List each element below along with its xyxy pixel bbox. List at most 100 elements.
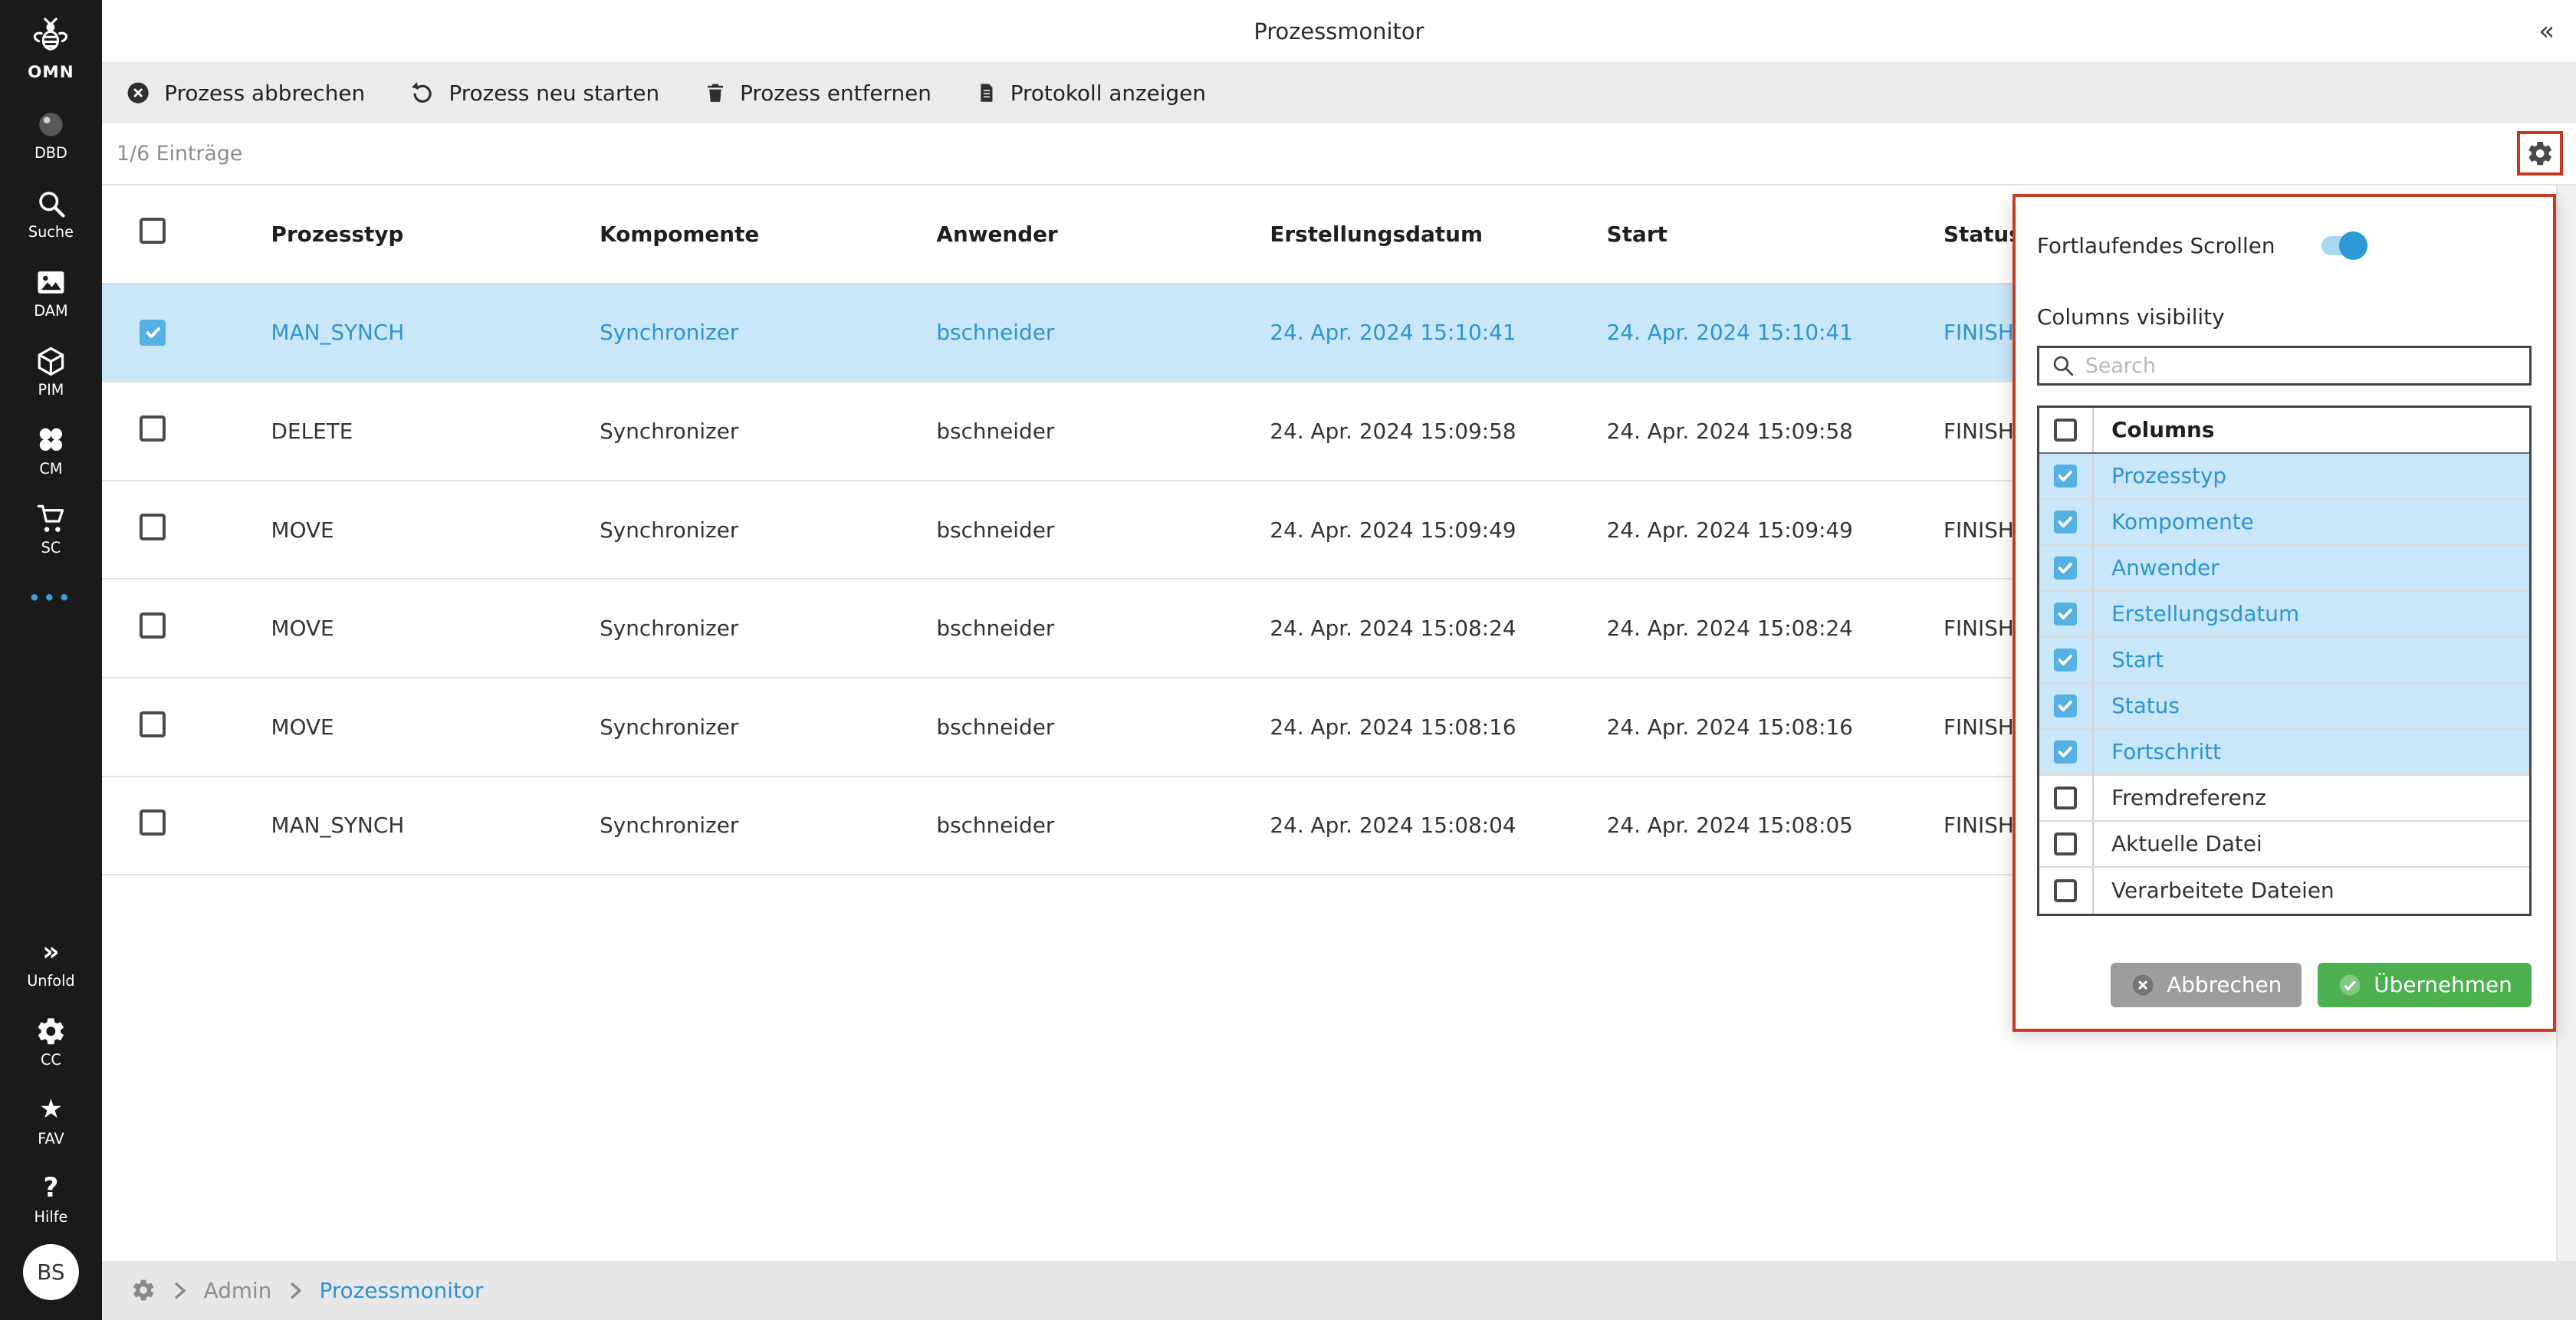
breadcrumb-item-admin[interactable]: Admin: [204, 1278, 272, 1303]
restart-icon: [409, 80, 435, 106]
cart-icon: [34, 502, 67, 535]
checkbox-cell: [2039, 592, 2094, 636]
sidebar-item-hilfe[interactable]: ? Hilfe: [34, 1172, 68, 1225]
column-settings-popup: Fortlaufendes Scrollen Columns visibilit…: [2013, 194, 2556, 1032]
select-all-rows-checkbox[interactable]: [140, 218, 166, 244]
vertical-scrollbar[interactable]: [2556, 186, 2576, 1261]
column-checkbox[interactable]: [2054, 694, 2077, 717]
sidebar-item-fav[interactable]: ★ FAV: [38, 1093, 64, 1146]
omn-logo[interactable]: OMN: [28, 10, 74, 82]
check-circle-icon: [2338, 973, 2362, 997]
table-cell: 24. Apr. 2024 15:09:58: [1270, 419, 1606, 444]
row-checkbox[interactable]: [140, 711, 166, 737]
column-visibility-item[interactable]: Status: [2039, 684, 2530, 730]
show-log-button[interactable]: Protokoll anzeigen: [976, 80, 1206, 106]
select-all-cell: [2039, 408, 2094, 452]
check-icon: [2057, 606, 2073, 622]
row-checkbox[interactable]: [140, 514, 166, 540]
column-visibility-item[interactable]: Erstellungsdatum: [2039, 592, 2530, 638]
column-visibility-item[interactable]: Anwender: [2039, 546, 2530, 592]
sidebar-item-dam[interactable]: DAM: [34, 266, 67, 319]
app-window: OMN DBD Suche: [0, 0, 2576, 1320]
sidebar-item-pim[interactable]: PIM: [34, 345, 67, 398]
column-checkbox[interactable]: [2054, 557, 2077, 580]
row-checkbox[interactable]: [140, 320, 166, 346]
cancel-button[interactable]: Abbrechen: [2111, 963, 2302, 1007]
column-header-kompomente[interactable]: Kompomente: [600, 222, 936, 247]
table-cell: Synchronizer: [600, 714, 936, 740]
sidebar-item-suche[interactable]: Suche: [28, 187, 74, 240]
table-cell: 24. Apr. 2024 15:08:04: [1270, 813, 1606, 838]
column-checkbox[interactable]: [2054, 786, 2077, 809]
column-visibility-item[interactable]: Start: [2039, 638, 2530, 684]
checkbox-cell: [2039, 500, 2094, 544]
table-cell: 24. Apr. 2024 15:08:24: [1270, 616, 1606, 641]
table-cell: bschneider: [936, 517, 1270, 543]
chevron-right-icon: [174, 1282, 186, 1300]
help-icon: ?: [43, 1172, 58, 1205]
logo-label: OMN: [28, 63, 74, 82]
collapse-panel-icon[interactable]: «: [2538, 18, 2555, 44]
database-icon: [34, 108, 67, 141]
row-checkbox[interactable]: [140, 612, 166, 639]
column-visibility-item[interactable]: Kompomente: [2039, 500, 2530, 546]
checkbox-cell: [2039, 684, 2094, 728]
table-cell: bschneider: [936, 813, 1270, 838]
column-checkbox[interactable]: [2054, 879, 2077, 902]
table-cell: MOVE: [271, 714, 600, 740]
row-checkbox[interactable]: [140, 415, 166, 442]
sidebar-item-more[interactable]: •••: [28, 581, 73, 614]
column-header-prozesstyp[interactable]: Prozesstyp: [271, 222, 600, 247]
column-header-erstellungsdatum[interactable]: Erstellungsdatum: [1270, 222, 1606, 247]
sidebar-item-unfold[interactable]: » Unfold: [27, 936, 74, 989]
column-visibility-item[interactable]: Aktuelle Datei: [2039, 822, 2530, 868]
popup-actions: Abbrechen Übernehmen: [2111, 963, 2532, 1007]
cancel-process-button[interactable]: Prozess abbrechen: [125, 80, 365, 106]
restart-process-button[interactable]: Prozess neu starten: [409, 80, 659, 106]
toolbar: Prozess abbrechen Prozess neu starten: [102, 62, 2576, 123]
column-checkbox[interactable]: [2054, 465, 2077, 488]
columns-list-header[interactable]: Columns: [2039, 408, 2530, 454]
continuous-scroll-toggle[interactable]: [2321, 236, 2364, 256]
remove-process-button[interactable]: Prozess entfernen: [704, 80, 932, 106]
package-icon: [34, 345, 67, 378]
sidebar-item-sc[interactable]: SC: [34, 502, 67, 555]
sidebar-item-cm[interactable]: CM: [34, 423, 67, 476]
column-checkbox[interactable]: [2054, 511, 2077, 534]
table-cell: 24. Apr. 2024 15:09:49: [1607, 517, 1944, 543]
clover-icon: [34, 423, 67, 456]
image-icon: [34, 266, 67, 299]
breadcrumb-item-prozessmonitor[interactable]: Prozessmonitor: [320, 1278, 484, 1303]
column-visibility-item[interactable]: Fortschritt: [2039, 730, 2530, 776]
column-label: Status: [2111, 693, 2180, 718]
column-visibility-item[interactable]: Verarbeitete Dateien: [2039, 868, 2530, 914]
avatar[interactable]: BS: [23, 1244, 79, 1300]
column-visibility-item[interactable]: Fremdreferenz: [2039, 776, 2530, 822]
sidebar-item-dbd[interactable]: DBD: [34, 108, 67, 161]
column-label: Prozesstyp: [2111, 463, 2226, 488]
select-all-columns-checkbox[interactable]: [2054, 419, 2077, 442]
sidebar: OMN DBD Suche: [0, 0, 102, 1320]
gear-icon[interactable]: [131, 1278, 156, 1302]
row-checkbox[interactable]: [140, 809, 166, 836]
toggle-knob: [2339, 231, 2367, 259]
column-header-start[interactable]: Start: [1607, 222, 1944, 247]
apply-button[interactable]: Übernehmen: [2318, 963, 2532, 1007]
document-icon: [976, 80, 997, 106]
check-icon: [145, 324, 161, 340]
table-cell: 24. Apr. 2024 15:08:05: [1607, 813, 1944, 838]
column-visibility-item[interactable]: Prozesstyp: [2039, 454, 2530, 500]
column-settings-button[interactable]: [2517, 131, 2563, 176]
column-label: Fortschritt: [2111, 739, 2221, 764]
column-checkbox[interactable]: [2054, 740, 2077, 763]
column-header-anwender[interactable]: Anwender: [936, 222, 1270, 247]
search-icon: [2051, 353, 2075, 378]
columns-visibility-label: Columns visibility: [2037, 304, 2532, 330]
check-icon: [2057, 514, 2073, 530]
checkbox-cell: [2039, 546, 2094, 590]
sidebar-item-cc[interactable]: CC: [35, 1015, 67, 1068]
column-checkbox[interactable]: [2054, 603, 2077, 626]
column-checkbox[interactable]: [2054, 832, 2077, 855]
columns-search-input[interactable]: [2085, 354, 2518, 378]
column-checkbox[interactable]: [2054, 649, 2077, 671]
